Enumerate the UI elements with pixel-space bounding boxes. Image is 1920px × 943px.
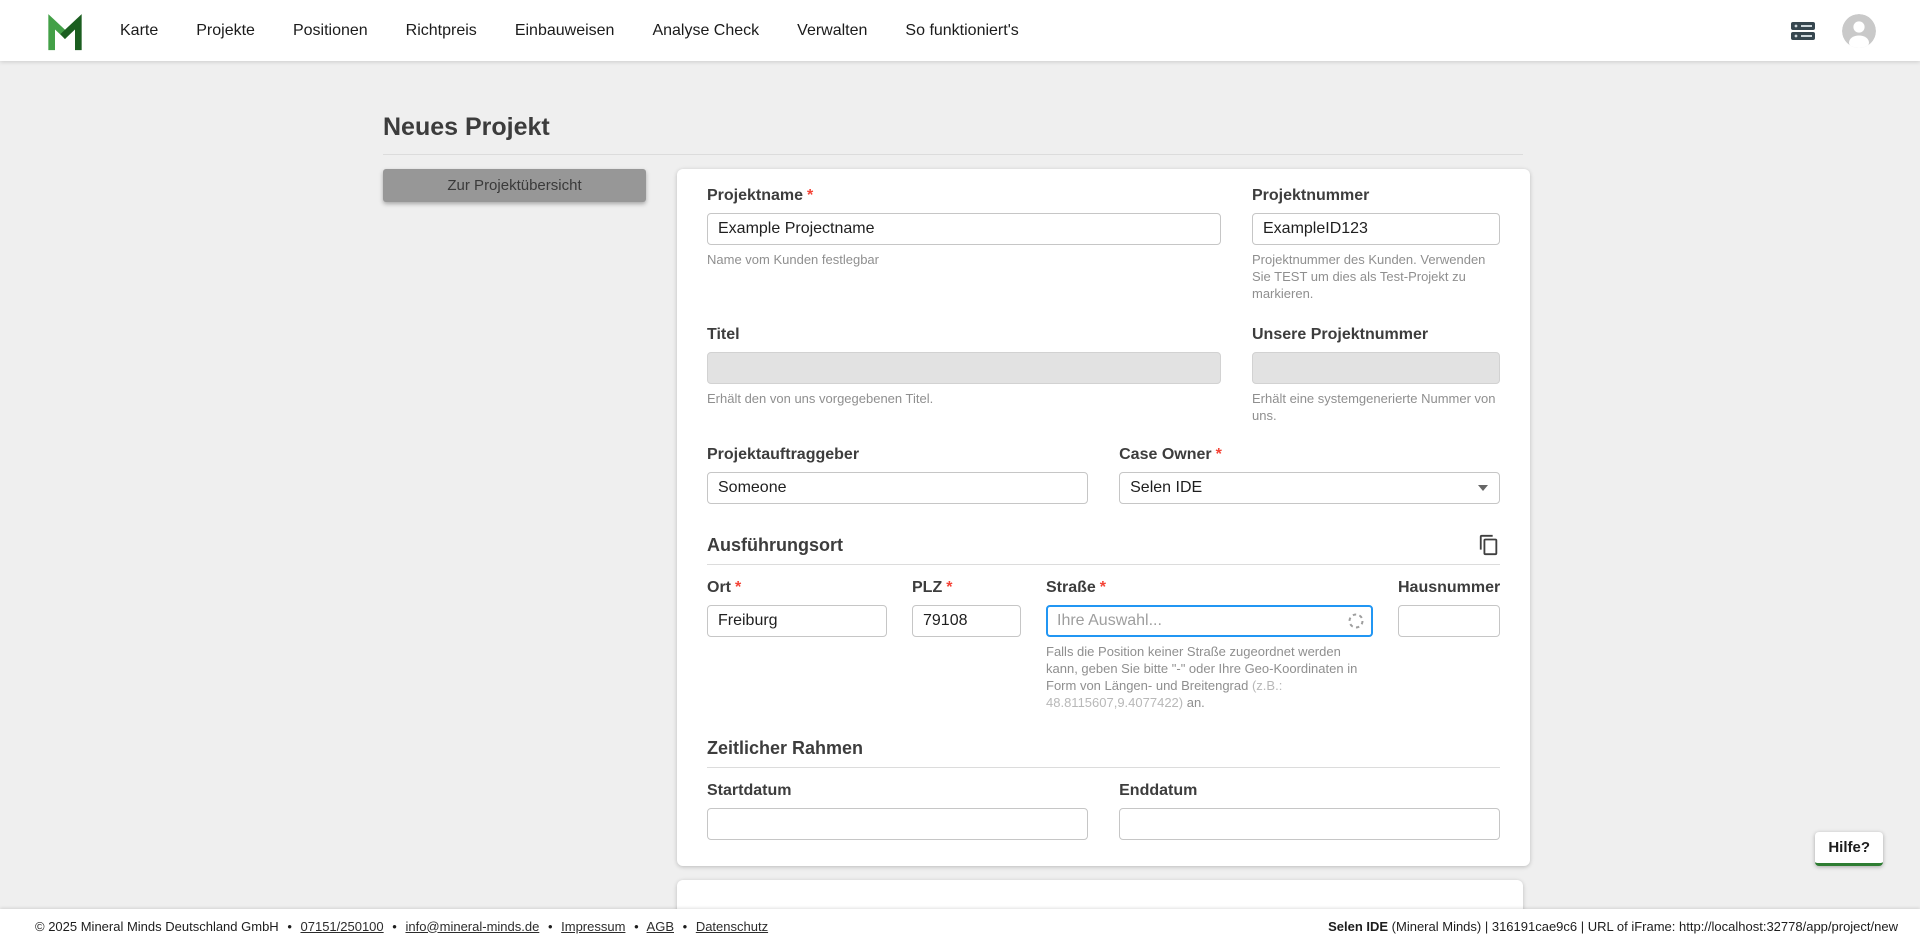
ort-required-asterisk: * <box>735 579 741 596</box>
field-ort: Ort* <box>707 579 887 711</box>
field-case-owner: Case Owner* Selen IDE <box>1119 446 1500 504</box>
strasse-input[interactable] <box>1046 605 1373 637</box>
projektnummer-helper: Projektnummer des Kunden. Verwenden Sie … <box>1252 251 1500 302</box>
projektname-helper: Name vom Kunden festlegbar <box>707 251 1221 268</box>
title-divider <box>383 154 1523 155</box>
nav-item-so-funktionierts[interactable]: So funktioniert's <box>886 0 1037 61</box>
nav-right-actions <box>1790 14 1920 48</box>
page-title: Neues Projekt <box>383 113 1523 142</box>
footer-impressum-link[interactable]: Impressum <box>561 919 625 934</box>
titel-helper: Erhält den von uns vorgegebenen Titel. <box>707 390 1221 407</box>
startdatum-input[interactable] <box>707 808 1088 840</box>
case-owner-label: Case Owner* <box>1119 446 1500 464</box>
user-avatar-icon[interactable] <box>1842 14 1876 48</box>
nav-item-verwalten[interactable]: Verwalten <box>778 0 886 61</box>
footer-phone-link[interactable]: 07151/250100 <box>301 919 384 934</box>
field-projektnummer: Projektnummer Projektnummer des Kunden. … <box>1252 187 1500 302</box>
footer-separator: • <box>683 919 688 934</box>
nav-item-richtpreis[interactable]: Richtpreis <box>387 0 496 61</box>
footer-copyright: © 2025 Mineral Minds Deutschland GmbH <box>35 919 279 934</box>
plz-required-asterisk: * <box>946 579 952 596</box>
footer-email-link[interactable]: info@mineral-minds.de <box>405 919 539 934</box>
loading-spinner-icon <box>1347 612 1365 630</box>
zeitlicher-rahmen-divider <box>707 767 1500 768</box>
case-owner-selected-value: Selen IDE <box>1130 479 1202 497</box>
zur-projektuebersicht-button[interactable]: Zur Projektübersicht <box>383 169 646 202</box>
nav-item-analyse-check[interactable]: Analyse Check <box>633 0 778 61</box>
main-nav: Karte Projekte Positionen Richtpreis Ein… <box>101 0 1038 61</box>
titel-label: Titel <box>707 326 1221 344</box>
projektauftraggeber-input[interactable] <box>707 472 1088 504</box>
unsere-projektnummer-helper: Erhält eine systemgenerierte Nummer von … <box>1252 390 1500 424</box>
section-zeitlicher-rahmen: Zeitlicher Rahmen Startdatum Enddatum <box>707 737 1500 840</box>
enddatum-label: Enddatum <box>1119 782 1500 800</box>
plz-input[interactable] <box>912 605 1021 637</box>
ausfuehrungsort-heading: Ausführungsort <box>707 534 843 556</box>
footer-user-name: Selen IDE <box>1328 919 1388 934</box>
footer-separator: • <box>634 919 639 934</box>
footer-session-info: Selen IDE (Mineral Minds) | 316191cae9c6… <box>1328 919 1898 934</box>
nav-item-einbauweisen[interactable]: Einbauweisen <box>496 0 634 61</box>
field-strasse: Straße* Falls die Position keiner Straße… <box>1046 579 1373 711</box>
footer-separator: • <box>287 919 292 934</box>
field-enddatum: Enddatum <box>1119 782 1500 840</box>
projektnummer-input[interactable] <box>1252 213 1500 245</box>
hausnummer-input[interactable] <box>1398 605 1500 637</box>
case-owner-required-asterisk: * <box>1216 446 1222 463</box>
field-projektname: Projektname* Name vom Kunden festlegbar <box>707 187 1221 302</box>
left-column: Zur Projektübersicht <box>383 169 646 202</box>
nav-item-projekte[interactable]: Projekte <box>177 0 274 61</box>
zeitlicher-rahmen-heading: Zeitlicher Rahmen <box>707 737 863 759</box>
footer-datenschutz-link[interactable]: Datenschutz <box>696 919 768 934</box>
projektname-required-asterisk: * <box>807 187 813 204</box>
projektname-label: Projektname* <box>707 187 1221 205</box>
footer-left: © 2025 Mineral Minds Deutschland GmbH • … <box>35 919 768 934</box>
section-ausfuehrungsort: Ausführungsort Ort* PLZ* <box>707 534 1500 711</box>
plz-label: PLZ* <box>912 579 1021 597</box>
main-content: Neues Projekt Zur Projektübersicht Proje… <box>383 0 1523 940</box>
titel-input <box>707 352 1221 384</box>
enddatum-input[interactable] <box>1119 808 1500 840</box>
chevron-down-icon <box>1477 484 1489 492</box>
startdatum-label: Startdatum <box>707 782 1088 800</box>
field-titel: Titel Erhält den von uns vorgegebenen Ti… <box>707 326 1221 424</box>
field-plz: PLZ* <box>912 579 1021 711</box>
field-startdatum: Startdatum <box>707 782 1088 840</box>
field-unsere-projektnummer: Unsere Projektnummer Erhält eine systemg… <box>1252 326 1500 424</box>
ort-label: Ort* <box>707 579 887 597</box>
footer-separator: • <box>392 919 397 934</box>
projektauftraggeber-label: Projektauftraggeber <box>707 446 1088 464</box>
field-hausnummer: Hausnummer <box>1398 579 1500 711</box>
new-project-form-card: Projektname* Name vom Kunden festlegbar … <box>677 169 1530 866</box>
hilfe-button[interactable]: Hilfe? <box>1815 832 1883 866</box>
unsere-projektnummer-input <box>1252 352 1500 384</box>
strasse-helper: Falls die Position keiner Straße zugeord… <box>1046 643 1373 711</box>
case-owner-select[interactable]: Selen IDE <box>1119 472 1500 504</box>
footer-session-details: (Mineral Minds) | 316191cae9c6 | URL of … <box>1388 919 1898 934</box>
ausfuehrungsort-divider <box>707 564 1500 565</box>
footer-agb-link[interactable]: AGB <box>647 919 674 934</box>
top-navigation-bar: Karte Projekte Positionen Richtpreis Ein… <box>0 0 1920 61</box>
nav-item-positionen[interactable]: Positionen <box>274 0 387 61</box>
server-icon[interactable] <box>1790 20 1816 42</box>
footer-separator: • <box>548 919 553 934</box>
unsere-projektnummer-label: Unsere Projektnummer <box>1252 326 1500 344</box>
page-footer: © 2025 Mineral Minds Deutschland GmbH • … <box>0 909 1920 943</box>
nav-item-karte[interactable]: Karte <box>101 0 177 61</box>
mineral-minds-logo-icon[interactable] <box>45 11 85 51</box>
projektname-input[interactable] <box>707 213 1221 245</box>
strasse-required-asterisk: * <box>1100 579 1106 596</box>
ort-input[interactable] <box>707 605 887 637</box>
projektnummer-label: Projektnummer <box>1252 187 1500 205</box>
strasse-label: Straße* <box>1046 579 1373 597</box>
hausnummer-label: Hausnummer <box>1398 579 1500 597</box>
logo-m-icon <box>45 11 85 51</box>
copy-icon[interactable] <box>1478 534 1500 556</box>
field-projektauftraggeber: Projektauftraggeber <box>707 446 1088 504</box>
